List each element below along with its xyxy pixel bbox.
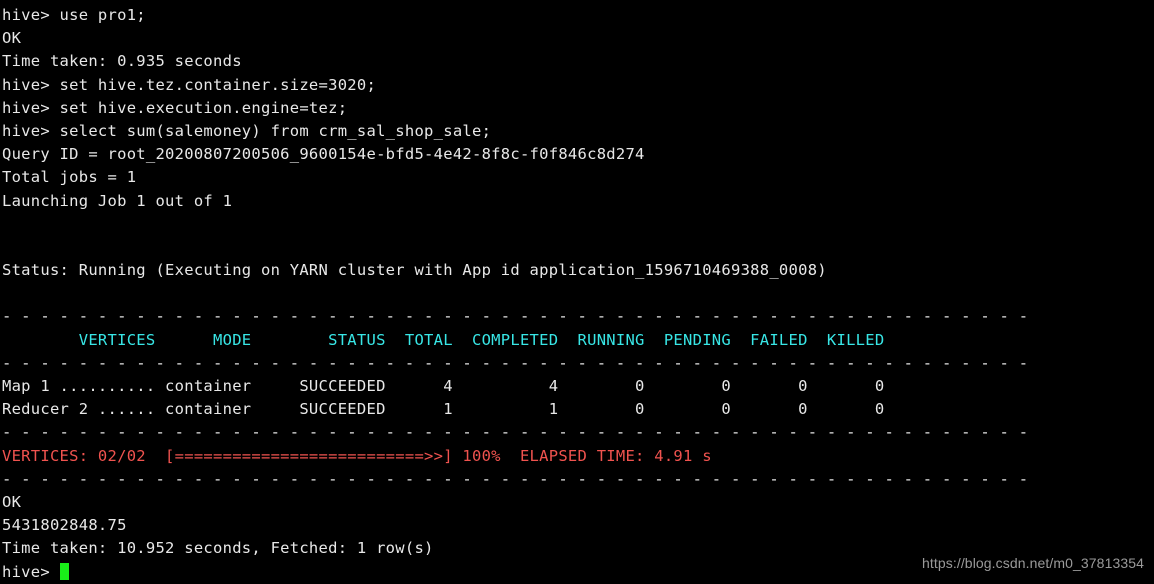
terminal-line-total-jobs: Total jobs = 1 bbox=[2, 168, 137, 187]
vertices-progress-line: VERTICES: 02/02 [=======================… bbox=[2, 446, 712, 465]
table-separator-header: - - - - - - - - - - - - - - - - - - - - … bbox=[2, 353, 1029, 372]
terminal-line-set-engine: hive> set hive.execution.engine=tez; bbox=[2, 98, 348, 117]
table-separator-top: - - - - - - - - - - - - - - - - - - - - … bbox=[2, 307, 1029, 326]
text-cursor bbox=[59, 562, 70, 580]
terminal-line-ok-2: OK bbox=[2, 492, 22, 511]
terminal-line-query-id: Query ID = root_20200807200506_9600154e-… bbox=[2, 145, 645, 164]
terminal-line-time-taken-1: Time taken: 0.935 seconds bbox=[2, 52, 242, 71]
table-row: Reducer 2 ...... container SUCCEEDED 1 1… bbox=[2, 400, 885, 419]
query-result-value: 5431802848.75 bbox=[2, 516, 127, 535]
terminal-line-set-container-size: hive> set hive.tez.container.size=3020; bbox=[2, 75, 377, 94]
table-separator-bottom: - - - - - - - - - - - - - - - - - - - - … bbox=[2, 469, 1029, 488]
terminal-line-blank-1 bbox=[2, 213, 1154, 236]
watermark: https://blog.csdn.net/m0_37813354 bbox=[921, 555, 1144, 571]
terminal-line-ok-1: OK bbox=[2, 29, 22, 48]
terminal-line-launching-job: Launching Job 1 out of 1 bbox=[2, 191, 233, 210]
terminal-line-blank-3 bbox=[2, 282, 1154, 305]
terminal-line-use-db: hive> use pro1; bbox=[2, 6, 146, 24]
terminal-line-status-running: Status: Running (Executing on YARN clust… bbox=[2, 261, 827, 280]
terminal-line-select-query: hive> select sum(salemoney) from crm_sal… bbox=[2, 121, 492, 140]
table-header-row: VERTICES MODE STATUS TOTAL COMPLETED RUN… bbox=[2, 330, 885, 349]
prompt-text: hive> bbox=[2, 562, 60, 581]
terminal-line-blank-2 bbox=[2, 236, 1154, 259]
table-separator-body: - - - - - - - - - - - - - - - - - - - - … bbox=[2, 423, 1029, 442]
table-row: Map 1 .......... container SUCCEEDED 4 4… bbox=[2, 377, 885, 395]
terminal-screen[interactable]: hive> use pro1; OK Time taken: 0.935 sec… bbox=[0, 0, 1154, 583]
